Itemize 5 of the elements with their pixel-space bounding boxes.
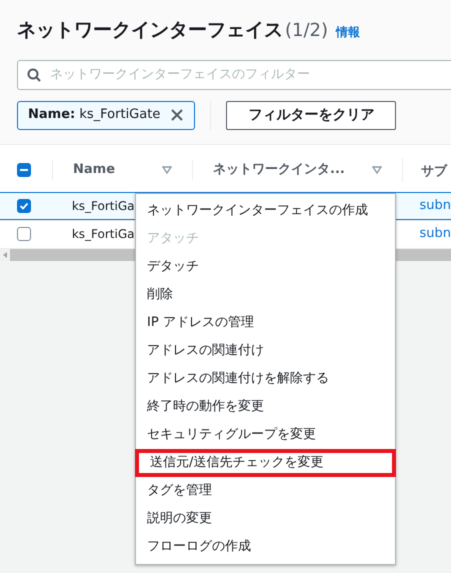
page-title: ネットワークインターフェイス xyxy=(17,18,283,43)
table-cell-text: ks_FortiGa xyxy=(72,198,135,214)
selection-count: (1/2) xyxy=(285,19,328,43)
table-cell-text: ks_FortiGa xyxy=(72,226,135,243)
filter-label: Name: ks_FortiGate xyxy=(28,106,160,124)
